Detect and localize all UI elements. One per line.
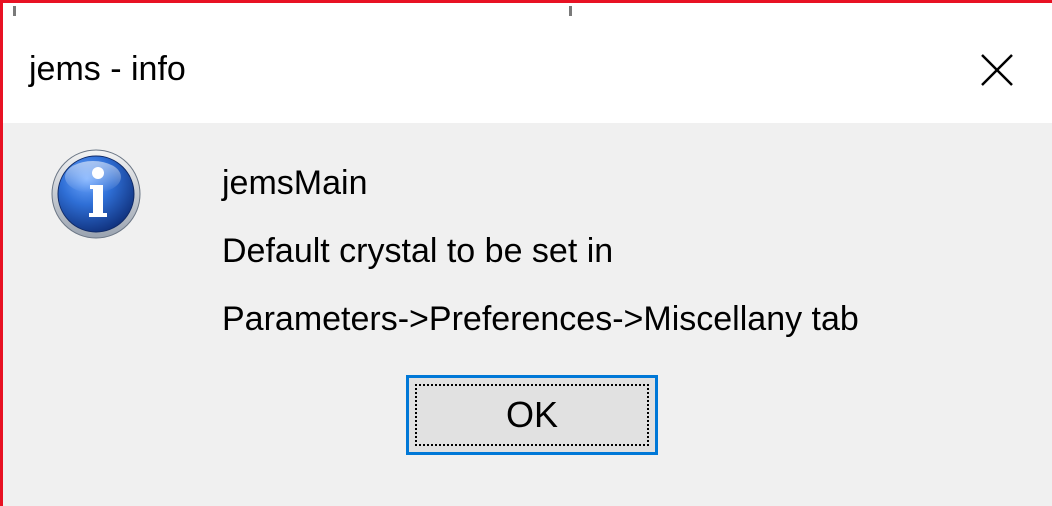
title-bar[interactable]: jems - info — [3, 17, 1052, 123]
background-tick — [569, 6, 572, 16]
ok-button-label: OK — [505, 394, 558, 435]
message-line-2: Parameters->Preferences->Miscellany tab — [222, 300, 859, 338]
window-title: jems - info — [29, 50, 186, 88]
background-tick — [13, 6, 16, 16]
dialog-left-edge — [3, 123, 11, 506]
message-line-1: Default crystal to be set in — [222, 232, 614, 270]
message-heading: jemsMain — [222, 164, 368, 202]
info-icon — [51, 149, 141, 239]
background-window-strip — [3, 3, 1052, 17]
close-icon — [981, 54, 1013, 86]
dialog-body: jemsMain Default crystal to be set in Pa… — [11, 123, 1052, 506]
close-button[interactable] — [942, 17, 1052, 123]
ok-button[interactable]: OK — [406, 375, 658, 455]
